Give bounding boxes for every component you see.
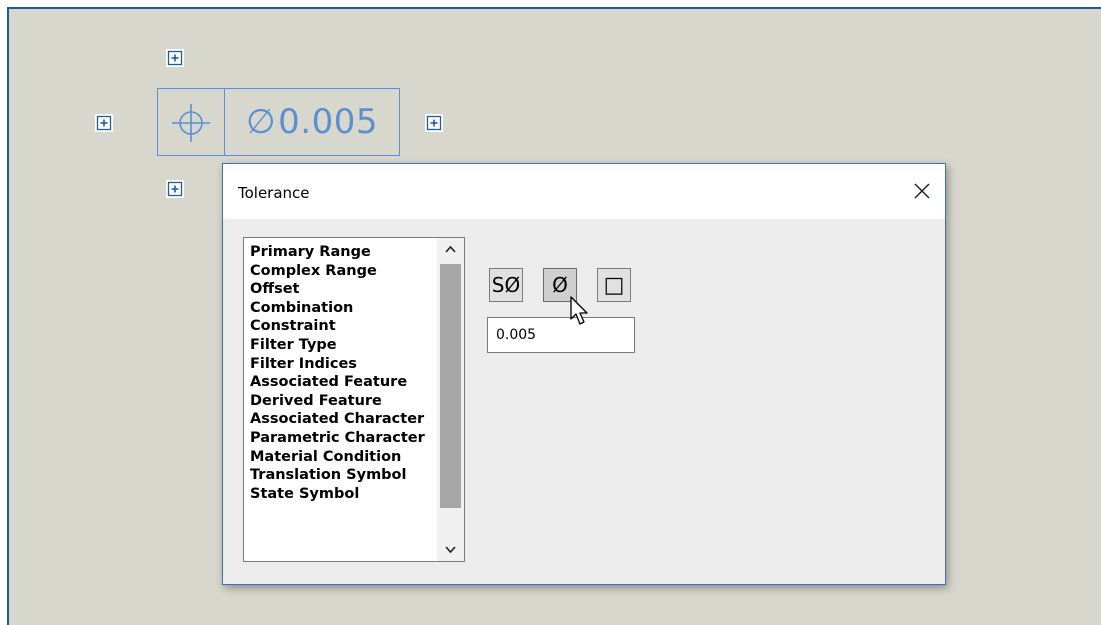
geometric-characteristic-cell[interactable]: [158, 89, 225, 155]
add-left-button[interactable]: [95, 114, 113, 132]
square-button[interactable]: □: [597, 268, 631, 302]
list-item[interactable]: Constraint: [250, 317, 434, 336]
scroll-up-button[interactable]: [437, 238, 464, 260]
feature-control-frame[interactable]: ∅ 0.005: [157, 88, 400, 156]
tolerance-value-input[interactable]: 0.005: [487, 317, 635, 353]
chevron-up-icon: [445, 245, 456, 253]
list-item[interactable]: Offset: [250, 280, 434, 299]
chevron-down-icon: [445, 546, 456, 554]
list-item[interactable]: Filter Type: [250, 336, 434, 355]
dialog-titlebar[interactable]: Tolerance: [223, 164, 945, 219]
tolerance-value: 0.005: [278, 102, 378, 142]
add-right-button[interactable]: [425, 114, 443, 132]
list-item[interactable]: Filter Indices: [250, 355, 434, 374]
add-above-button[interactable]: [166, 49, 184, 67]
list-item[interactable]: Material Condition: [250, 448, 434, 467]
list-item[interactable]: Translation Symbol: [250, 466, 434, 485]
list-item[interactable]: Complex Range: [250, 262, 434, 281]
list-item[interactable]: Combination: [250, 299, 434, 318]
mouse-cursor-icon: [570, 296, 588, 325]
list-item[interactable]: Primary Range: [250, 243, 434, 262]
close-button[interactable]: [909, 178, 935, 204]
dialog-title: Tolerance: [238, 184, 310, 202]
spherical-diameter-button[interactable]: SØ: [489, 268, 523, 302]
list-items: Primary Range Complex Range Offset Combinat…: [250, 243, 434, 503]
plus-icon: [167, 50, 183, 66]
list-item[interactable]: Derived Feature: [250, 392, 434, 411]
plus-icon: [167, 181, 183, 197]
tolerance-cell[interactable]: ∅ 0.005: [225, 89, 399, 155]
list-scrollbar[interactable]: [437, 238, 464, 561]
list-item[interactable]: Parametric Character: [250, 429, 434, 448]
position-icon: [172, 104, 210, 142]
scroll-down-button[interactable]: [437, 539, 464, 561]
add-below-button[interactable]: [166, 180, 184, 198]
list-item[interactable]: Associated Feature: [250, 373, 434, 392]
tolerance-dialog: Tolerance Primary Range Complex Range Offs…: [222, 163, 946, 585]
scrollbar-thumb[interactable]: [440, 264, 461, 508]
plus-icon: [426, 115, 442, 131]
plus-icon: [96, 115, 112, 131]
close-icon: [914, 183, 930, 199]
diameter-symbol: ∅: [246, 102, 277, 142]
list-item[interactable]: Associated Character: [250, 410, 434, 429]
tolerance-options-list[interactable]: Primary Range Complex Range Offset Combinat…: [243, 237, 465, 562]
list-item[interactable]: State Symbol: [250, 485, 434, 504]
